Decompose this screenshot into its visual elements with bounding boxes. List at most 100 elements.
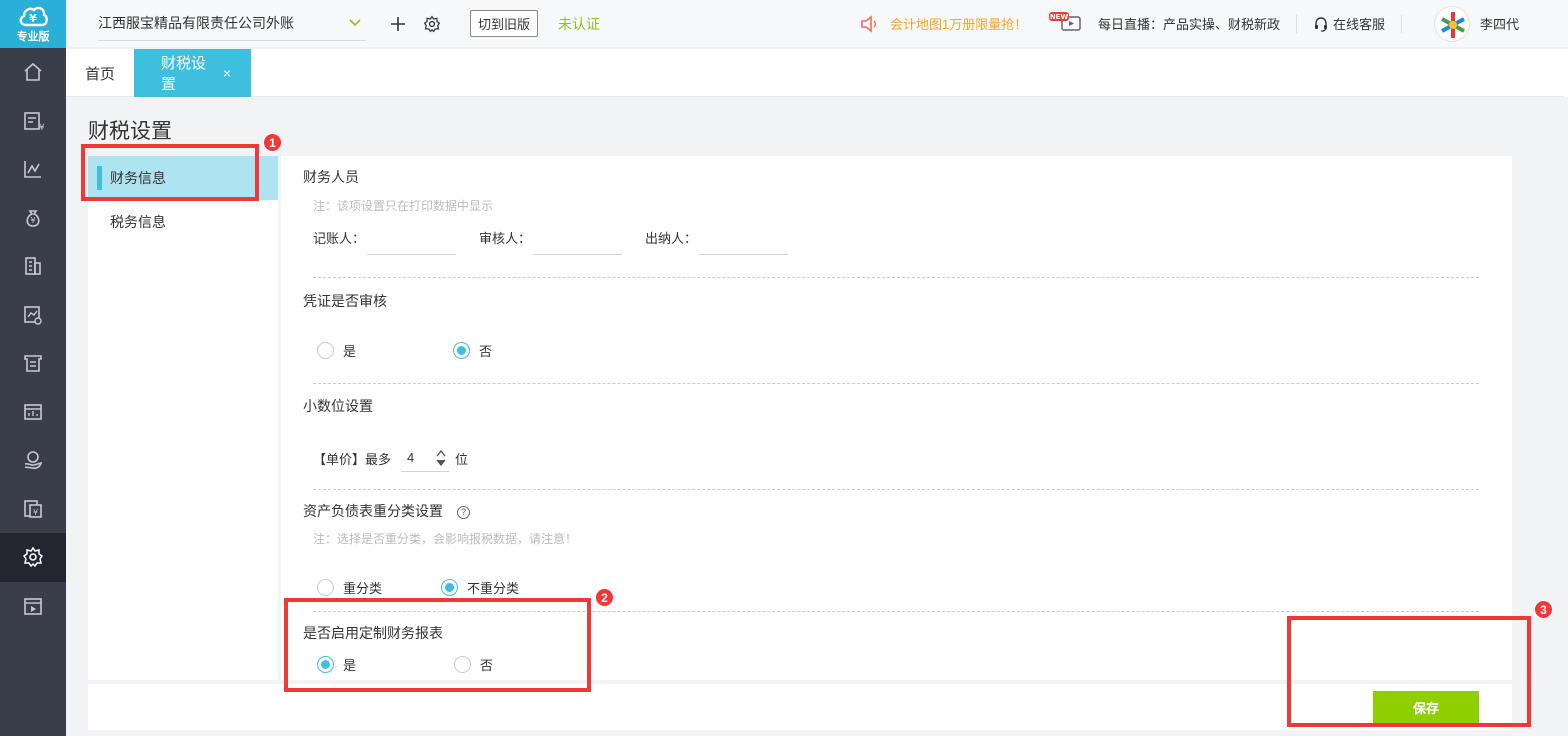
live-video-badge[interactable]: NEW xyxy=(1048,11,1084,36)
chart-icon xyxy=(24,161,41,179)
reclass-yes-radio[interactable]: 重分类 xyxy=(317,578,382,597)
chevron-down-icon xyxy=(349,19,361,27)
promo-link[interactable]: 会计地图1万册限量抢！ xyxy=(860,14,1027,33)
reclass-section-title: 资产负债表重分类设置? xyxy=(303,501,470,521)
voucher-audit-yes-radio[interactable]: 是 xyxy=(317,341,356,360)
unverified-status[interactable]: 未认证 xyxy=(558,14,600,34)
chevron-up-icon[interactable] xyxy=(435,449,447,458)
left-rail: ¥ 专业版 ¥ ¥ ¥ xyxy=(0,0,66,736)
sidebar-item-video[interactable] xyxy=(0,582,66,631)
live-text[interactable]: 每日直播：产品实操、财税新政 xyxy=(1098,14,1280,33)
annotation-box-3 xyxy=(1287,616,1531,727)
bookkeeper-input[interactable] xyxy=(367,229,457,255)
video-icon xyxy=(24,597,42,615)
add-company-button[interactable] xyxy=(388,14,408,34)
decimal-stepper[interactable]: 4 xyxy=(401,444,450,472)
sidebar-item-chart[interactable] xyxy=(0,145,66,194)
sidebar-item-tax[interactable]: ¥ xyxy=(0,485,66,534)
section-divider xyxy=(313,489,1479,490)
sidebar-item-home[interactable] xyxy=(0,48,66,97)
tab-bar: 首页 财税设置 × xyxy=(66,49,1564,97)
sidebar-item-building[interactable] xyxy=(0,242,66,291)
scrollbar[interactable] xyxy=(1564,49,1568,97)
reviewer-field: 审核人： xyxy=(479,228,623,255)
cashier-input[interactable] xyxy=(699,229,789,255)
gear-icon xyxy=(22,546,44,568)
chevron-down-icon[interactable] xyxy=(435,458,447,467)
radio-circle xyxy=(317,579,334,596)
tab-label: 首页 xyxy=(85,65,116,83)
tv-icon: NEW xyxy=(1049,12,1081,31)
plus-icon xyxy=(391,16,405,31)
invoice-icon xyxy=(24,355,42,373)
building-icon xyxy=(25,257,41,276)
stepper-arrows xyxy=(435,449,449,467)
radio-circle xyxy=(317,342,334,359)
reclass-no-radio[interactable]: 不重分类 xyxy=(441,578,519,597)
sidebar-item-coin[interactable] xyxy=(0,436,66,485)
bookkeeper-label: 记账人： xyxy=(313,231,366,246)
decimal-suffix: 位 xyxy=(455,451,469,467)
reviewer-input[interactable] xyxy=(533,229,623,255)
app-logo[interactable]: ¥ 专业版 xyxy=(0,0,66,48)
coin-hand-icon xyxy=(24,451,43,470)
annotation-number-2: 2 xyxy=(595,588,614,607)
radio-circle-selected xyxy=(453,342,470,359)
company-settings-button[interactable] xyxy=(422,14,442,34)
annotation-number-1: 1 xyxy=(263,133,282,152)
voucher-audit-no-radio[interactable]: 否 xyxy=(453,341,492,360)
user-menu[interactable]: 李四代 xyxy=(1434,5,1519,42)
tab-home[interactable]: 首页 xyxy=(66,49,134,97)
close-icon[interactable]: × xyxy=(223,65,231,81)
sidebar-item-settings[interactable] xyxy=(0,533,66,582)
money-bag-icon: ¥ xyxy=(26,209,40,227)
staff-section-title: 财务人员 xyxy=(303,169,359,185)
online-service-link[interactable]: 在线客服 xyxy=(1313,14,1385,33)
tab-tax-settings[interactable]: 财税设置 × xyxy=(134,49,252,97)
decimal-value: 4 xyxy=(407,450,415,465)
annotation-box-2 xyxy=(284,598,591,692)
svg-text:¥: ¥ xyxy=(30,216,35,225)
avatar xyxy=(1434,5,1470,42)
section-divider xyxy=(313,383,1479,384)
top-header: 江西服宝精品有限责任公司外账 切到旧版 未认证 会计地图1万册限量抢！ NEW … xyxy=(66,0,1568,48)
svg-text:¥: ¥ xyxy=(29,12,37,25)
radio-label: 否 xyxy=(479,344,493,359)
tax-icon: ¥ xyxy=(24,499,42,518)
cashier-field: 出纳人： xyxy=(645,228,789,255)
voucher-icon: ¥ xyxy=(24,111,44,132)
avatar-image-icon xyxy=(1438,9,1468,40)
annotation-number-3: 3 xyxy=(1534,600,1553,619)
sidebar-item-money[interactable]: ¥ xyxy=(0,194,66,243)
switch-old-version-button[interactable]: 切到旧版 xyxy=(470,10,539,37)
subnav-label: 税务信息 xyxy=(110,214,166,230)
company-name: 江西服宝精品有限责任公司外账 xyxy=(98,15,294,31)
radio-label: 不重分类 xyxy=(467,581,520,596)
subnav-item-tax[interactable]: 税务信息 xyxy=(88,200,278,244)
cashier-label: 出纳人： xyxy=(645,231,698,246)
voucher-audit-title: 凭证是否审核 xyxy=(303,293,387,309)
live-section: NEW 每日直播：产品实操、财税新政 在线客服 xyxy=(1048,11,1418,36)
report-icon xyxy=(24,305,42,325)
reclass-title-text: 资产负债表重分类设置 xyxy=(303,503,443,519)
sidebar-item-dashboard[interactable] xyxy=(0,388,66,437)
sidebar-item-voucher[interactable]: ¥ xyxy=(0,97,66,146)
gear-icon xyxy=(423,15,441,32)
help-icon[interactable]: ? xyxy=(457,505,470,519)
svg-text:¥: ¥ xyxy=(33,508,38,517)
cloud-logo-icon: ¥ xyxy=(19,6,48,26)
radio-label: 是 xyxy=(343,344,357,359)
page-title: 财税设置 xyxy=(88,120,172,143)
radio-circle-selected xyxy=(441,579,458,596)
dashboard-icon xyxy=(24,403,42,420)
sidebar-item-report[interactable] xyxy=(0,291,66,340)
promo-text: 会计地图1万册限量抢！ xyxy=(890,17,1028,32)
divider xyxy=(1296,14,1298,33)
tab-label: 财税设置 xyxy=(161,55,207,93)
decimal-prefix: 【单价】最多 xyxy=(313,451,392,467)
online-service-text: 在线客服 xyxy=(1333,17,1386,32)
headset-icon xyxy=(1315,16,1328,32)
company-selector[interactable]: 江西服宝精品有限责任公司外账 xyxy=(98,7,366,41)
sidebar-item-invoice[interactable] xyxy=(0,339,66,388)
reviewer-label: 审核人： xyxy=(479,231,532,246)
